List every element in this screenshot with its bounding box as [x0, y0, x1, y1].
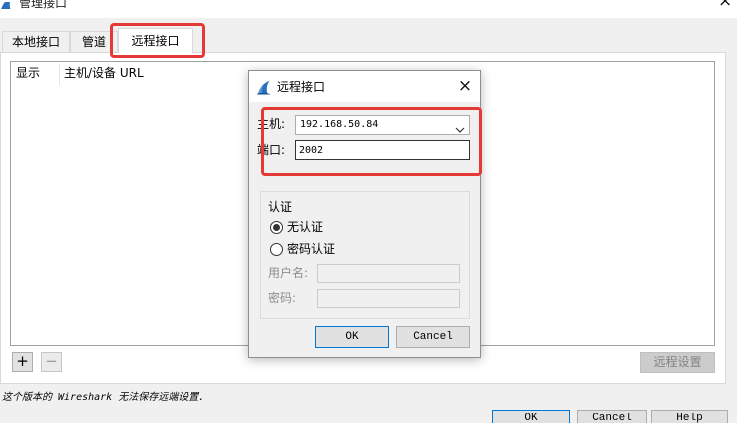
password-label: 密码: [268, 291, 297, 305]
auth-group: 认证 无认证 密码认证 用户名: 密码: [260, 191, 470, 319]
remove-interface-button[interactable]: − [41, 352, 62, 372]
column-header-host-url[interactable]: 主机/设备 URL [64, 62, 144, 85]
password-field[interactable] [317, 289, 460, 308]
column-header-show[interactable]: 显示 [16, 62, 40, 85]
add-interface-button[interactable]: + [12, 352, 33, 372]
password-auth-radio[interactable] [270, 243, 283, 256]
cancel-button-label: Cancel [592, 413, 632, 423]
dialog-ok-button[interactable]: OK [315, 326, 389, 348]
column-separator[interactable] [59, 64, 60, 85]
username-field[interactable] [317, 264, 460, 283]
tab-local-interfaces[interactable]: 本地接口 [2, 31, 70, 52]
status-message: 这个版本的 Wireshark 无法保存远端设置. [2, 392, 205, 403]
no-auth-radio[interactable] [270, 221, 283, 234]
dialog-title: 远程接口 [277, 80, 326, 94]
annotation-highlight-host-port [261, 107, 482, 176]
username-label: 用户名: [268, 266, 309, 280]
close-icon[interactable]: × [718, 0, 732, 9]
manage-interfaces-window: 管理接口 × 本地接口 管道 远程接口 显示 主机/设备 URL + − 远程设… [0, 0, 737, 423]
ok-button-label: OK [524, 413, 538, 423]
password-auth-label[interactable]: 密码认证 [287, 242, 335, 257]
tab-label: 管道 [81, 35, 106, 49]
tab-label: 本地接口 [11, 35, 60, 49]
auth-group-title: 认证 [268, 200, 293, 214]
wireshark-fin-icon [0, 0, 13, 9]
cancel-button[interactable]: Cancel [577, 410, 647, 423]
help-button[interactable]: Help [651, 410, 728, 423]
title-bar: 管理接口 × [0, 0, 737, 18]
wireshark-fin-icon [256, 79, 271, 95]
no-auth-label[interactable]: 无认证 [287, 220, 323, 235]
annotation-highlight-tab [110, 23, 205, 58]
dialog-title-bar: 远程接口 × [249, 71, 480, 102]
window-title: 管理接口 [19, 0, 68, 9]
dialog-cancel-button[interactable]: Cancel [396, 326, 470, 348]
help-button-label: Help [676, 413, 703, 423]
ok-button[interactable]: OK [492, 410, 570, 423]
remote-settings-button[interactable]: 远程设置 [640, 352, 715, 373]
close-icon[interactable]: × [457, 78, 473, 95]
